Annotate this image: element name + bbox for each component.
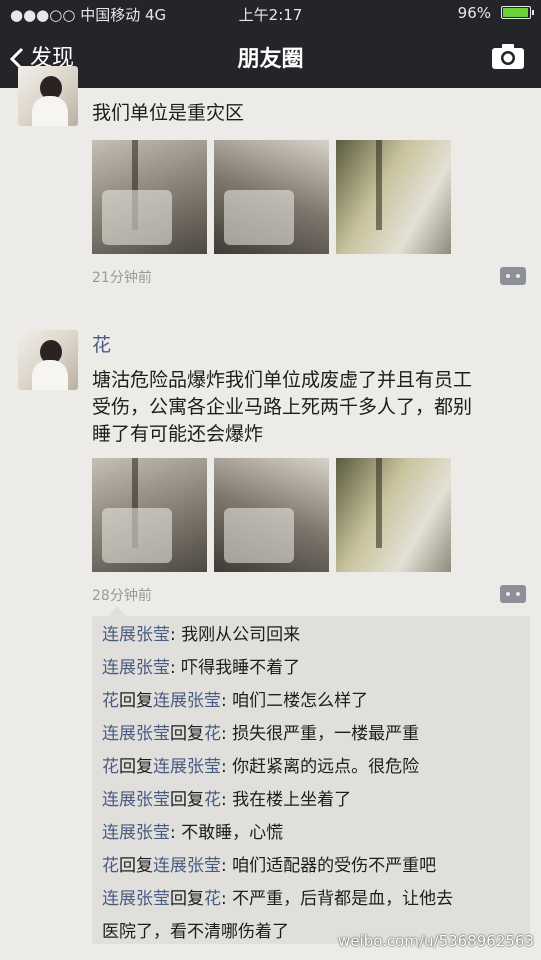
battery-icon <box>501 6 534 19</box>
comment-reply-target: 连展张莹 <box>153 691 221 711</box>
comment-reply-target: 花 <box>204 724 221 744</box>
comment-row[interactable]: 连展张莹: 不敢睡，心慌 <box>102 820 522 847</box>
camera-icon <box>492 44 524 69</box>
comment-section: 连展张莹: 我刚从公司回来 连展张莹: 吓得我睡不着了 花回复连展张莹: 咱们二楼怎… <box>92 606 530 944</box>
comment-author: 花 <box>102 856 119 876</box>
post-photo[interactable] <box>214 458 329 572</box>
battery-level <box>503 8 528 17</box>
avatar-body <box>32 96 68 126</box>
post-text: 我们单位是重灾区 <box>92 102 245 124</box>
avatar-body <box>32 360 68 390</box>
comment-text: : 不严重，后背都是血，让他去 <box>221 889 454 909</box>
comment-arrow <box>108 606 126 616</box>
comment-reply-word: 回复 <box>170 790 204 810</box>
post-photo[interactable] <box>336 140 451 254</box>
comment-row[interactable]: 花回复连展张莹: 你赶紧离的远点。很危险 <box>102 754 522 781</box>
post-timestamp: 21分钟前 <box>92 270 152 286</box>
comment-author: 连展张莹 <box>102 823 170 843</box>
comment-reply-target: 花 <box>204 889 221 909</box>
comment-text: : 不敢睡，心慌 <box>170 823 284 843</box>
comment-row[interactable]: 花回复连展张莹: 咱们适配器的受伤不严重吧 <box>102 853 522 880</box>
comment-row[interactable]: 连展张莹回复花: 我在楼上坐着了 <box>102 787 522 814</box>
post-text-line: 受伤，公寓各企业马路上死两千多人了，都别 <box>92 396 473 418</box>
comment-text: : 你赶紧离的远点。很危险 <box>221 757 420 777</box>
camera-button[interactable] <box>491 42 525 74</box>
comment-button[interactable] <box>500 585 526 603</box>
comment-author: 连展张莹 <box>102 724 170 744</box>
comment-author: 花 <box>102 757 119 777</box>
comment-author: 花 <box>102 691 119 711</box>
comment-text: : 损失很严重，一楼最严重 <box>221 724 420 744</box>
comment-text: : 我刚从公司回来 <box>170 625 301 645</box>
post-text-line: 睡了有可能还会爆炸 <box>92 423 264 445</box>
post-text: 塘沽危险品爆炸我们单位成废虚了并且有员工 受伤，公寓各企业马路上死两千多人了，都… <box>92 367 522 448</box>
comment-text: : 咱们适配器的受伤不严重吧 <box>221 856 437 876</box>
comment-author: 连展张莹 <box>102 658 170 678</box>
post-photo[interactable] <box>92 458 207 572</box>
comment-reply-target: 花 <box>204 790 221 810</box>
comment-row[interactable]: 花回复连展张莹: 咱们二楼怎么样了 <box>102 688 522 715</box>
comment-author: 连展张莹 <box>102 790 170 810</box>
comment-reply-word: 回复 <box>119 757 153 777</box>
comment-reply-word: 回复 <box>119 691 153 711</box>
page-title: 朋友圈 <box>237 47 304 72</box>
comment-author: 连展张莹 <box>102 625 170 645</box>
comment-reply-word: 回复 <box>170 889 204 909</box>
post-photo[interactable] <box>336 458 451 572</box>
comment-author: 连展张莹 <box>102 889 170 909</box>
comment-row[interactable]: 连展张莹: 吓得我睡不着了 <box>102 655 522 682</box>
comment-row[interactable]: 连展张莹回复花: 不严重，后背都是血，让他去 <box>102 886 522 913</box>
comment-reply-word: 回复 <box>119 856 153 876</box>
post-photo[interactable] <box>214 140 329 254</box>
comment-reply-target: 连展张莹 <box>153 856 221 876</box>
battery-tip <box>532 10 534 15</box>
battery-percent: 96% <box>457 4 491 22</box>
comment-text: : 咱们二楼怎么样了 <box>221 691 369 711</box>
comment-row[interactable]: 连展张莹回复花: 损失很严重，一楼最严重 <box>102 721 522 748</box>
post-photo[interactable] <box>92 140 207 254</box>
comment-text: : 我在楼上坐着了 <box>221 790 352 810</box>
avatar[interactable] <box>18 66 78 126</box>
watermark: weibo.com/u/5368962563 <box>338 932 534 950</box>
user-name[interactable]: 花 <box>92 330 111 357</box>
post-timestamp: 28分钟前 <box>92 588 152 604</box>
comment-text: : 吓得我睡不着了 <box>170 658 301 678</box>
comment-reply-target: 连展张莹 <box>153 757 221 777</box>
nav-bar: 发现 朋友圈 <box>0 26 541 88</box>
comment-button[interactable] <box>500 267 526 285</box>
post-text-line: 塘沽危险品爆炸我们单位成废虚了并且有员工 <box>92 369 473 391</box>
status-bar: ●●●○○ 中国移动 4G 上午2:17 96% <box>0 0 541 26</box>
comment-row[interactable]: 连展张莹: 我刚从公司回来 <box>102 622 522 649</box>
avatar[interactable] <box>18 330 78 390</box>
comment-reply-word: 回复 <box>170 724 204 744</box>
